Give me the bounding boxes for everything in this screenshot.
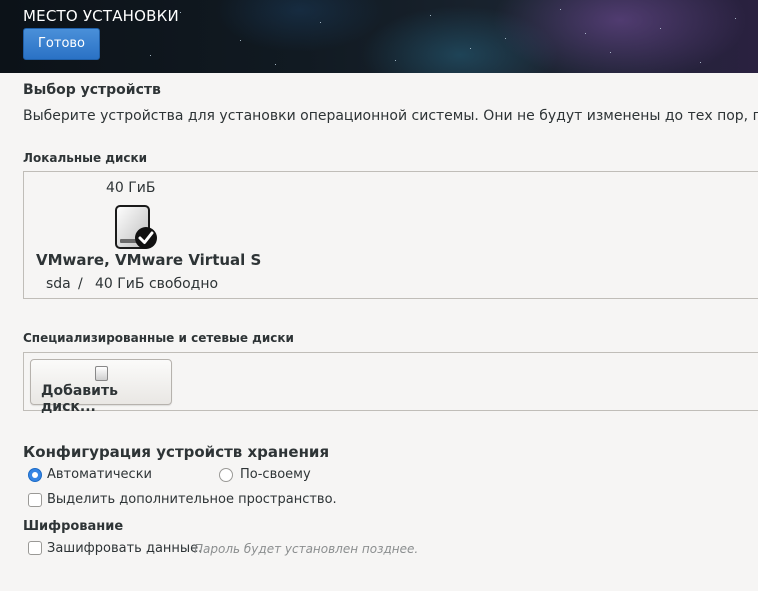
radio-custom[interactable] [219,468,233,482]
local-disks-panel: 40 ГиБ VMware, VMware Virtual S sda / 40… [23,171,758,299]
extra-space-checkbox[interactable] [28,493,42,507]
disk-name: VMware, VMware Virtual S [36,251,262,269]
add-disk-button[interactable]: Добавить диск... [30,359,172,415]
disk-size: 40 ГиБ [106,180,156,196]
page-title: МЕСТО УСТАНОВКИ [23,7,179,25]
disk-icon [95,366,108,381]
header-bar: МЕСТО УСТАНОВКИ Готово [0,0,758,73]
disk-free-space: 40 ГиБ свободно [95,276,219,292]
radio-automatic[interactable] [28,468,42,482]
radio-automatic-label[interactable]: Автоматически [47,467,152,482]
disk-separator: / [78,276,83,292]
specialized-disks-label: Специализированные и сетевые диски [23,331,294,345]
device-selection-description: Выберите устройства для установки операц… [23,108,758,124]
local-disks-label: Локальные диски [23,151,148,165]
storage-config-title: Конфигурация устройств хранения [23,443,330,461]
add-disk-label: Добавить диск... [41,383,118,415]
done-button[interactable]: Готово [23,28,100,60]
encrypt-label[interactable]: Зашифровать данные. [47,541,202,556]
hard-disk-icon [115,205,159,251]
encryption-title: Шифрование [23,519,124,534]
device-selection-title: Выбор устройств [23,82,161,98]
radio-custom-label[interactable]: По-своему [240,467,311,482]
encryption-hint: Пароль будет установлен позднее. [194,542,419,556]
encrypt-checkbox[interactable] [28,541,42,555]
disk-item-sda[interactable]: 40 ГиБ VMware, VMware Virtual S sda / 40… [36,177,261,297]
main-content: Выбор устройств Выберите устройства для … [0,73,758,591]
disk-device: sda [46,276,71,292]
extra-space-label[interactable]: Выделить дополнительное пространство. [47,492,337,507]
